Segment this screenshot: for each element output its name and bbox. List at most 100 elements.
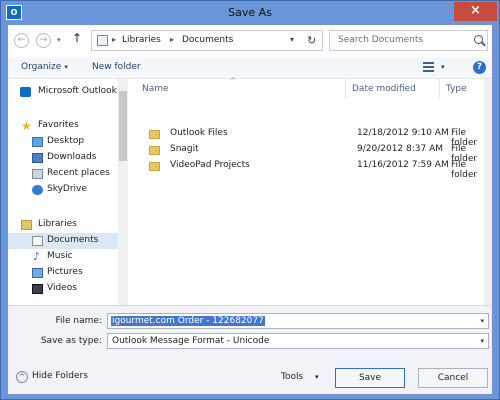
nav-item-label: Desktop	[47, 136, 85, 146]
recent-places-icon	[32, 169, 43, 179]
star-icon: ★	[21, 119, 32, 133]
nav-item-desktop[interactable]: Desktop	[8, 134, 118, 150]
address-dropdown-icon[interactable]: ▾	[290, 35, 294, 44]
chevron-down-icon: ▾	[64, 63, 68, 71]
breadcrumb-documents[interactable]: Documents	[182, 35, 233, 45]
navigation-scroll-thumb[interactable]	[119, 91, 127, 161]
outlook-icon	[20, 87, 31, 97]
recent-locations-icon[interactable]: ▾	[57, 36, 61, 44]
refresh-icon[interactable]: ↻	[307, 34, 316, 47]
forward-button[interactable]: →	[36, 33, 51, 48]
file-name-label: File name:	[55, 316, 102, 326]
column-header-type[interactable]: Type	[440, 79, 484, 99]
file-name-dropdown-icon[interactable]: ▾	[480, 317, 484, 325]
pictures-icon	[32, 268, 43, 278]
close-button[interactable]: ×	[454, 2, 497, 21]
nav-item-label: Recent places	[47, 168, 110, 178]
nav-item-music[interactable]: ♪ Music	[8, 249, 118, 265]
file-name-field[interactable]: igourmet.com Order - 122682077 ▾	[107, 313, 489, 329]
table-row[interactable]: Outlook Files 12/18/2012 9:10 AM File fo…	[136, 126, 484, 148]
nav-item-label: SkyDrive	[47, 184, 87, 194]
nav-item-videos[interactable]: Videos	[8, 281, 118, 297]
title-bar: O Save As ×	[1, 1, 499, 25]
search-icon[interactable]	[474, 35, 483, 44]
file-date: 9/20/2012 8:37 AM	[357, 144, 444, 154]
tools-label: Tools	[281, 372, 304, 382]
organize-label: Organize	[21, 62, 62, 72]
column-header-date-modified[interactable]: Date modified	[346, 79, 440, 99]
table-row[interactable]: Snagit 9/20/2012 8:37 AM File folder	[136, 142, 484, 164]
dialog-client-area: ← → ▾ ↑ ▸ Libraries ▸ Documents ▾ ↻ Sear…	[8, 25, 492, 394]
skydrive-icon	[32, 185, 43, 195]
search-input[interactable]: Search Documents	[329, 30, 488, 51]
navigation-pane: Microsoft Outlook ★ Favorites Desktop Do…	[8, 79, 128, 317]
save-button[interactable]: Save	[335, 368, 405, 388]
nav-item-label: Documents	[47, 235, 99, 245]
desktop-icon	[32, 137, 43, 147]
folder-location-icon	[97, 35, 108, 46]
save-as-dialog: O Save As × ← → ▾ ↑ ▸ Libraries ▸ Docume…	[0, 0, 500, 400]
address-separator-icon: ▸	[170, 35, 175, 44]
folder-icon	[149, 130, 160, 139]
file-type: File folder	[451, 160, 478, 180]
search-placeholder: Search Documents	[338, 35, 424, 45]
address-bar[interactable]: ▸ Libraries ▸ Documents ▾ ↻	[91, 30, 323, 51]
music-icon: ♪	[33, 250, 41, 263]
breadcrumb-libraries[interactable]: Libraries	[122, 35, 161, 45]
folder-icon	[149, 162, 160, 171]
new-folder-button[interactable]: New folder	[92, 62, 141, 72]
videos-icon	[32, 284, 43, 294]
save-options-panel: File name: igourmet.com Order - 12268207…	[8, 305, 492, 394]
nav-item-label: Downloads	[47, 152, 97, 162]
file-name-value: igourmet.com Order - 122682077	[111, 316, 265, 326]
file-list-vertical-scrollbar[interactable]	[484, 79, 492, 305]
file-date: 12/18/2012 9:10 AM	[357, 128, 449, 138]
nav-item-libraries[interactable]: Libraries	[8, 217, 118, 233]
nav-item-label: Pictures	[47, 267, 83, 277]
column-date-label: Date modified	[352, 84, 416, 94]
up-folder-button[interactable]: ↑	[72, 31, 82, 45]
address-separator-icon: ▸	[112, 35, 117, 44]
cancel-button[interactable]: Cancel	[418, 368, 488, 388]
nav-item-label: Microsoft Outlook	[38, 86, 117, 96]
libraries-icon	[21, 220, 32, 230]
nav-item-skydrive[interactable]: SkyDrive	[8, 182, 118, 198]
collapse-icon: ^	[16, 371, 28, 383]
file-list: Name ^ Date modified Type Outlook Files …	[136, 77, 492, 317]
file-name: Outlook Files	[170, 128, 228, 138]
file-name: Snagit	[170, 144, 199, 154]
command-toolbar: Organize ▾ New folder ▾ ?	[8, 57, 492, 79]
navigation-scrollbar[interactable]	[118, 79, 128, 305]
help-icon[interactable]: ?	[473, 61, 486, 74]
folder-icon	[149, 146, 160, 155]
nav-item-microsoft-outlook[interactable]: Microsoft Outlook	[8, 84, 118, 100]
view-options-icon[interactable]	[423, 62, 434, 73]
dialog-title: Save As	[228, 6, 272, 19]
file-name: VideoPad Projects	[170, 160, 250, 170]
save-as-type-select[interactable]: Outlook Message Format - Unicode ▾	[107, 333, 489, 349]
nav-item-downloads[interactable]: Downloads	[8, 150, 118, 166]
organize-button[interactable]: Organize ▾	[21, 62, 68, 72]
nav-item-label: Libraries	[38, 219, 77, 229]
save-as-type-label: Save as type:	[40, 336, 102, 346]
sort-ascending-icon: ^	[230, 77, 236, 85]
view-options-chevron-icon[interactable]: ▾	[441, 63, 445, 71]
back-button[interactable]: ←	[14, 33, 29, 48]
address-row: ← → ▾ ↑ ▸ Libraries ▸ Documents ▾ ↻ Sear…	[8, 25, 492, 57]
nav-item-label: Music	[47, 251, 73, 261]
file-date: 11/16/2012 7:59 AM	[357, 160, 449, 170]
column-type-label: Type	[446, 84, 467, 94]
tools-button[interactable]: Tools ▾	[272, 368, 324, 388]
chevron-down-icon: ▾	[315, 373, 319, 381]
save-as-type-dropdown-icon[interactable]: ▾	[480, 337, 484, 345]
nav-item-favorites[interactable]: ★ Favorites	[8, 118, 118, 134]
table-row[interactable]: VideoPad Projects 11/16/2012 7:59 AM Fil…	[136, 158, 484, 180]
nav-item-recent-places[interactable]: Recent places	[8, 166, 118, 182]
hide-folders-label: Hide Folders	[32, 371, 88, 381]
hide-folders-button[interactable]: ^ Hide Folders	[16, 368, 106, 388]
column-name-label: Name	[142, 84, 169, 94]
save-as-type-value: Outlook Message Format - Unicode	[112, 336, 270, 346]
column-header-name[interactable]: Name ^	[136, 77, 346, 99]
nav-item-pictures[interactable]: Pictures	[8, 265, 118, 281]
nav-item-documents[interactable]: Documents	[8, 233, 118, 249]
